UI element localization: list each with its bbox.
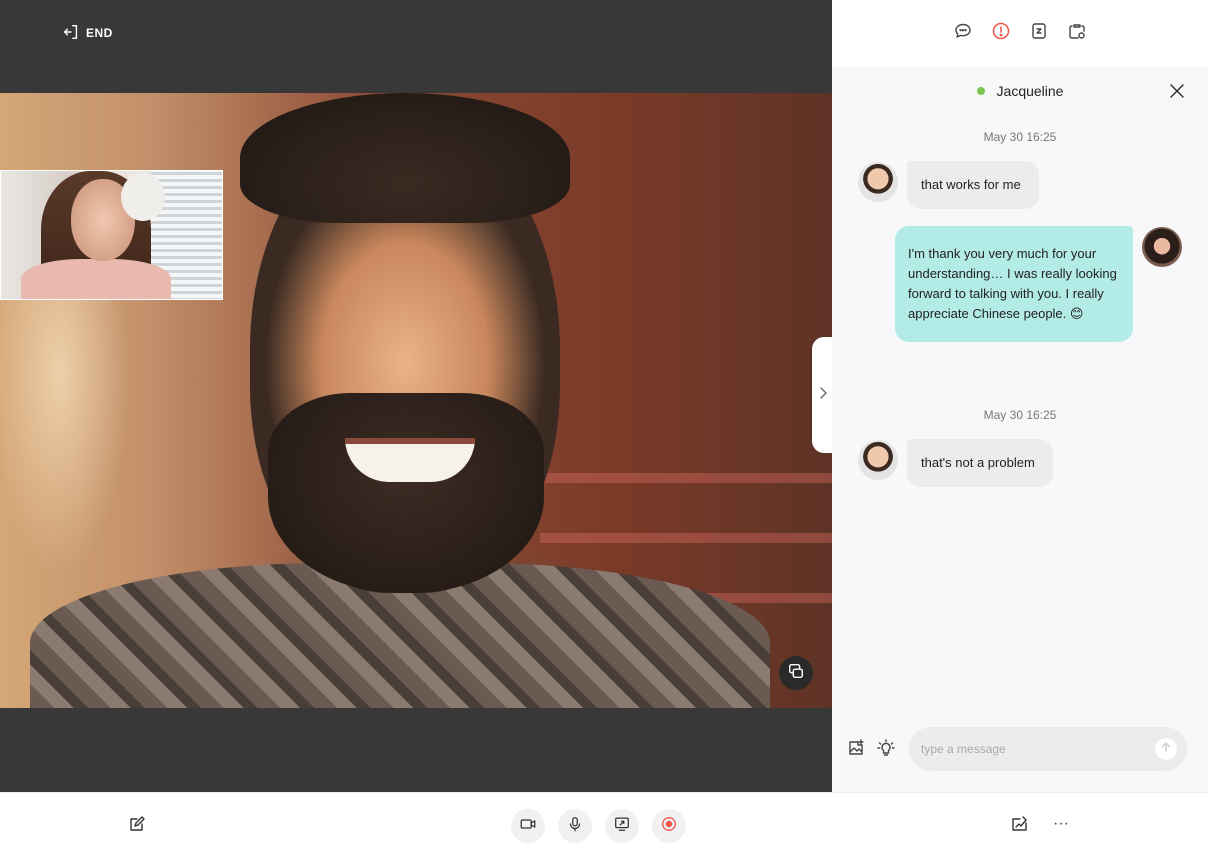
arrow-up-icon: [1159, 740, 1173, 759]
online-status-dot: [976, 87, 985, 95]
incoming-message: that's not a problem: [907, 439, 1053, 487]
clipboard-icon: [1067, 21, 1087, 46]
whiteboard-button[interactable]: [1007, 813, 1033, 839]
close-chat-button[interactable]: [1168, 82, 1186, 100]
video-call-app: END Jacqueline May 30 16:25 that works f…: [0, 0, 1208, 862]
info-tab[interactable]: [990, 21, 1012, 46]
send-button[interactable]: [1155, 738, 1177, 760]
clipboard-tab[interactable]: [1066, 23, 1088, 45]
info-icon: [991, 21, 1011, 46]
contact-avatar: [858, 440, 898, 480]
record-icon: [660, 815, 678, 838]
microphone-icon: [566, 815, 584, 838]
document-icon: [1029, 21, 1049, 46]
collapse-panel-handle[interactable]: [812, 337, 832, 453]
more-options-button[interactable]: ···: [1048, 813, 1074, 839]
end-call-button[interactable]: END: [62, 22, 113, 44]
contact-name: Jacqueline: [996, 83, 1064, 99]
lightbulb-icon: [876, 739, 896, 762]
record-button[interactable]: [652, 809, 686, 843]
chat-panel: Jacqueline May 30 16:25 that works for m…: [832, 0, 1208, 792]
message-timestamp: May 30 16:25: [983, 408, 1057, 422]
exit-icon: [62, 23, 80, 44]
chat-tab[interactable]: [952, 23, 974, 45]
remote-person-hair: [240, 93, 570, 223]
notes-button[interactable]: [124, 813, 150, 839]
panel-toolbar: [832, 0, 1208, 67]
camera-icon: [519, 815, 537, 838]
image-upload-icon: [846, 739, 866, 762]
picture-in-picture-icon: [787, 662, 805, 685]
message-input[interactable]: [921, 739, 1141, 759]
more-icon: ···: [1053, 815, 1069, 832]
remote-person-beard: [268, 393, 544, 593]
message-input-container: [909, 727, 1187, 771]
user-avatar: [1142, 227, 1182, 267]
chevron-right-icon: [817, 385, 829, 406]
screen-share-icon: [613, 815, 631, 838]
chat-header: Jacqueline: [832, 67, 1208, 115]
whiteboard-icon: [1010, 814, 1030, 839]
chat-bubble-icon: [953, 21, 973, 46]
video-top-bar: END: [0, 0, 832, 93]
attach-image-button[interactable]: [846, 738, 866, 758]
notes-icon: [127, 814, 147, 839]
outgoing-message: I'm thank you very much for your underst…: [895, 226, 1133, 342]
message-composer: [832, 720, 1208, 778]
end-call-label: END: [86, 26, 113, 40]
microphone-toggle-button[interactable]: [558, 809, 592, 843]
contact-avatar: [858, 162, 898, 202]
video-area: END: [0, 0, 832, 792]
self-view-hat: [121, 173, 165, 221]
self-view-video[interactable]: [0, 170, 223, 300]
camera-toggle-button[interactable]: [511, 809, 545, 843]
screen-share-button[interactable]: [605, 809, 639, 843]
call-controls-bar: ···: [0, 792, 1208, 862]
message-timestamp: May 30 16:25: [983, 130, 1057, 144]
document-tab[interactable]: [1028, 23, 1050, 45]
swap-view-button[interactable]: [779, 656, 813, 690]
incoming-message: that works for me: [907, 161, 1039, 209]
self-view-body: [21, 259, 171, 299]
suggestion-button[interactable]: [876, 738, 896, 758]
close-icon: [1168, 84, 1186, 104]
